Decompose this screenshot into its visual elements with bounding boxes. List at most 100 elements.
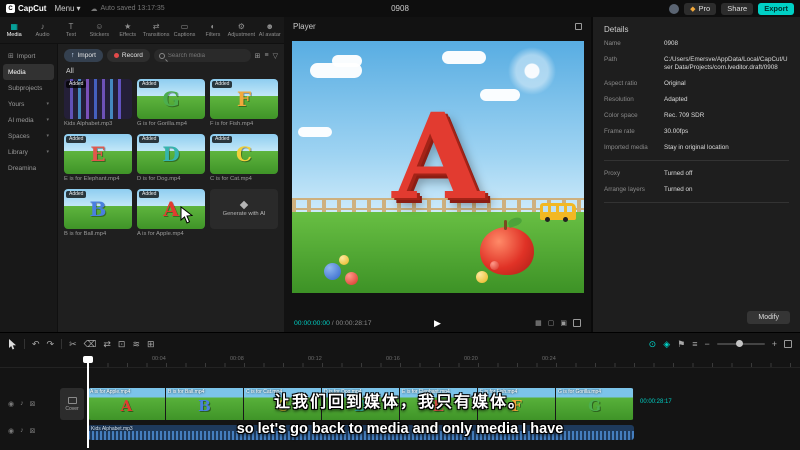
audio-clip[interactable]: Kids Alphabet.mp3 (88, 425, 634, 440)
list-view-icon[interactable]: ≡ (265, 52, 269, 60)
export-button[interactable]: Export (758, 2, 794, 15)
video-preview[interactable]: A (292, 41, 584, 293)
search-input[interactable] (167, 52, 246, 59)
magnetic-snap-icon[interactable]: ⊙ (649, 339, 657, 349)
grid-view-icon[interactable]: ⊞ (255, 52, 261, 60)
video-track: A is for Apple.mp4 A B is for Ball.mp4 B C… (88, 388, 634, 420)
tab-text[interactable]: T Text (57, 22, 85, 38)
ratio-icon[interactable]: ▢ (548, 319, 555, 327)
zoom-in-icon[interactable]: + (772, 339, 777, 349)
lock-track-icon[interactable]: ⊠ (30, 400, 36, 408)
marker-flag-icon[interactable]: ⚑ (677, 339, 685, 349)
play-button[interactable]: ▶ (434, 318, 441, 329)
timeline-clip[interactable]: F is for Fish.mp4 F (478, 388, 556, 420)
cloud-graphic (332, 55, 362, 67)
zoom-knob[interactable] (735, 340, 743, 347)
detail-label: Imported media (604, 144, 648, 151)
user-avatar[interactable] (669, 3, 680, 14)
cover-button[interactable]: Cover (60, 388, 84, 420)
sidebar-item-library[interactable]: Library ▾ (3, 144, 54, 160)
divider (24, 339, 25, 349)
text-icon: T (68, 22, 74, 31)
sidebar-item-dreamina[interactable]: Dreamina (3, 160, 54, 176)
timeline-ruler[interactable]: 00:04 00:08 00:12 00:16 00:20 00:24 (0, 355, 800, 368)
timeline-clip[interactable]: G is for Gorilla.mp4 G (556, 388, 634, 420)
speed-icon[interactable]: ≋ (132, 339, 140, 349)
mirror-preview-icon[interactable]: ▦ (535, 319, 542, 327)
tab-stickers[interactable]: ☺ Stickers (85, 22, 113, 38)
tab-media[interactable]: ▦ Media (0, 22, 28, 38)
clip-letter: B (198, 396, 211, 415)
sidebar-item-import[interactable]: ⊞ Import (3, 48, 54, 64)
sidebar-item-ai-media[interactable]: AI media ▾ (3, 112, 54, 128)
tab-transitions[interactable]: ⇄ Transitions (142, 22, 170, 38)
share-button[interactable]: Share (721, 2, 754, 15)
freeze-frame-icon[interactable]: ⊞ (147, 339, 155, 349)
fit-timeline-icon[interactable] (784, 340, 792, 348)
media-panel: ↑Import Record ⊞ ≡ ▽ All Added Kids Alph… (58, 44, 284, 332)
timeline-zoom-slider[interactable] (716, 340, 765, 347)
media-item-audio[interactable]: Added Kids Alphabet.mp3 (64, 79, 132, 127)
playhead[interactable] (87, 357, 89, 448)
tab-adjustment[interactable]: ⚙ Adjustment (227, 22, 256, 38)
mute-track-icon[interactable]: ♪ (20, 427, 24, 435)
sidebar-item-spaces[interactable]: Spaces ▾ (3, 128, 54, 144)
cloud-graphic (442, 51, 486, 64)
tab-ai-avatar[interactable]: ☻ AI avatar (256, 22, 284, 38)
search-box[interactable] (153, 49, 251, 62)
clip-name: F is for Fish.mp4 (480, 389, 518, 395)
timeline-clip[interactable]: B is for Ball.mp4 B (166, 388, 244, 420)
detail-row: Resolution Adapted (604, 96, 789, 104)
tab-effects[interactable]: ★ Effects (114, 22, 142, 38)
record-button[interactable]: Record (106, 49, 150, 62)
mirror-icon[interactable]: ⇄ (103, 339, 111, 349)
mute-track-icon[interactable]: ♪ (20, 400, 24, 408)
zoom-out-icon[interactable]: − (704, 339, 709, 349)
media-item-video[interactable]: A Added A is for Apple.mp4 (137, 189, 205, 237)
media-toolbar: ↑Import Record ⊞ ≡ ▽ (58, 44, 284, 65)
tab-filters[interactable]: ◐ Filters (199, 22, 227, 38)
undo-icon[interactable]: ↶ (32, 339, 40, 349)
track-options-icon[interactable]: ≡ (692, 339, 697, 349)
hide-track-icon[interactable]: ◉ (8, 427, 14, 435)
import-button[interactable]: ↑ Import (64, 49, 103, 62)
expand-player-icon[interactable] (575, 23, 582, 30)
filter-icon[interactable]: ▽ (273, 52, 278, 60)
media-item-video[interactable]: G Added G is for Gorilla.mp4 (137, 79, 205, 127)
tab-captions[interactable]: ▭ Captions (170, 22, 198, 38)
menu-button[interactable]: Menu ▾ (54, 4, 80, 13)
sidebar-item-yours[interactable]: Yours ▾ (3, 96, 54, 112)
media-item-video[interactable]: E Added E is for Elephant.mp4 (64, 134, 132, 182)
modify-button[interactable]: Modify (747, 311, 790, 324)
sidebar-item-media[interactable]: Media (3, 64, 54, 80)
timeline-clip[interactable]: E is for Elephant.mp4 E (400, 388, 478, 420)
redo-icon[interactable]: ↷ (47, 339, 55, 349)
media-item-video[interactable]: D Added D is for Dog.mp4 (137, 134, 205, 182)
media-item-name: B is for Ball.mp4 (64, 231, 107, 237)
pro-button[interactable]: ◆ Pro (684, 2, 717, 15)
split-icon[interactable]: ✂ (69, 339, 77, 349)
timeline-clip[interactable]: D is for Dog.mp4 D (322, 388, 400, 420)
timeline-clip[interactable]: A is for Apple.mp4 A (88, 388, 166, 420)
detail-row: Color space Rec. 709 SDR (604, 112, 789, 120)
delete-icon[interactable]: ⌫ (84, 339, 97, 349)
tab-label: Filters (205, 32, 221, 38)
fullscreen-icon[interactable] (573, 319, 581, 327)
tab-audio[interactable]: ♪ Audio (28, 22, 56, 38)
quality-icon[interactable]: ▣ (560, 319, 567, 327)
timeline-clip[interactable]: C is for Cat.mp4 C (244, 388, 322, 420)
ball-graphic (338, 255, 349, 266)
lock-track-icon[interactable]: ⊠ (30, 427, 36, 435)
added-badge: Added (66, 81, 87, 88)
media-item-generate[interactable]: Generate with AI (210, 189, 278, 237)
media-item-video[interactable]: C Added C is for Cat.mp4 (210, 134, 278, 182)
hide-track-icon[interactable]: ◉ (8, 400, 14, 408)
link-preview-icon[interactable]: ◈ (663, 339, 670, 349)
generate-with-ai-tile[interactable]: Generate with AI (210, 189, 278, 229)
sidebar-item-label: Subprojects (8, 84, 43, 92)
sidebar-item-subprojects[interactable]: Subprojects (3, 80, 54, 96)
media-item-video[interactable]: F Added F is for Fish.mp4 (210, 79, 278, 127)
media-item-video[interactable]: B Added B is for Ball.mp4 (64, 189, 132, 237)
select-tool-icon[interactable] (8, 338, 17, 350)
crop-icon[interactable]: ⊡ (118, 339, 126, 349)
